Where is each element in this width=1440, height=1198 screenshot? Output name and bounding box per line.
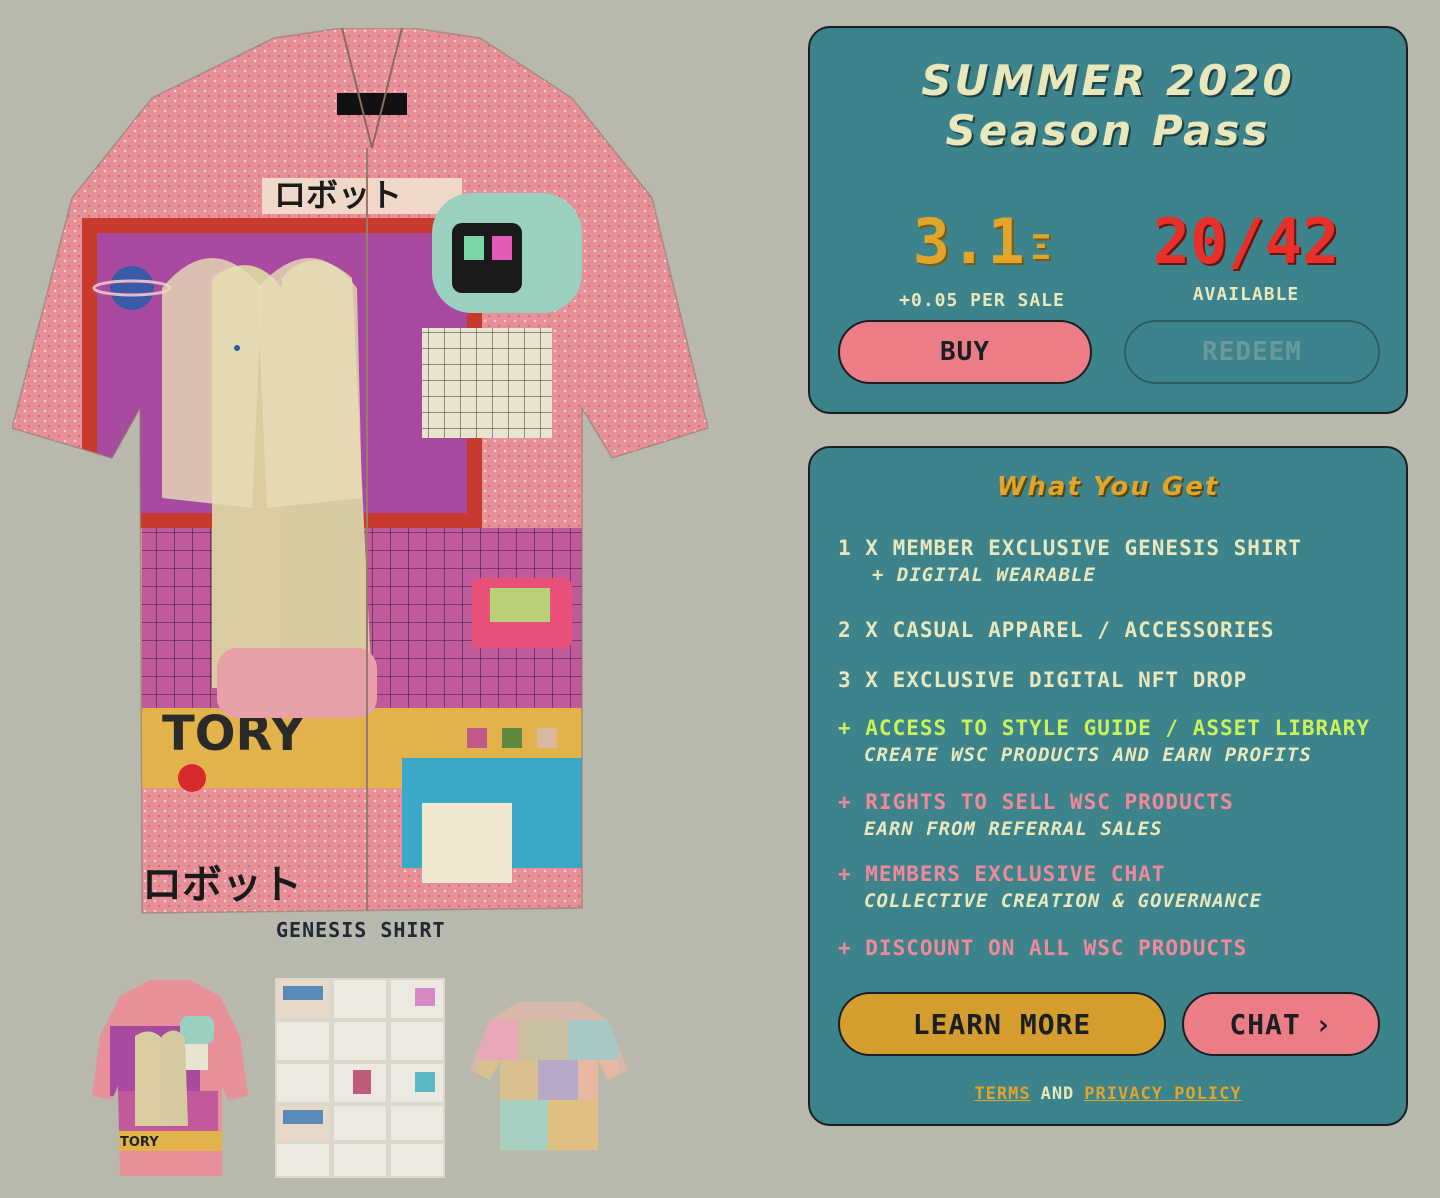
season-pass-title: SUMMER 2020 Season Pass [810,56,1406,156]
svg-text:ロボット: ロボット [274,176,402,214]
thumbnail-shirt-front[interactable]: TORY [90,976,250,1180]
thumbnail-style-guide[interactable] [275,978,445,1178]
benefit-main: 1 X MEMBER EXCLUSIVE GENESIS SHIRT [838,536,1302,560]
benefit-sub: + DIGITAL WEARABLE [872,564,1096,586]
what-you-get-title: What You Get [996,472,1220,502]
benefit-item-nft-drop: 3 X EXCLUSIVE DIGITAL NFT DROP [838,668,1398,692]
benefit-main: + RIGHTS TO SELL WSC PRODUCTS [838,790,1234,814]
benefit-main: 3 X EXCLUSIVE DIGITAL NFT DROP [838,668,1248,692]
buy-button[interactable]: BUY [838,320,1092,384]
genesis-shirt-image: TORY ロボット ロボット [12,28,709,914]
benefit-sub: EARN FROM REFERRAL SALES [864,818,1163,840]
learn-more-button[interactable]: LEARN MORE [838,992,1166,1056]
benefit-item-rights-to-sell: + RIGHTS TO SELL WSC PRODUCTS EARN FROM … [838,790,1398,840]
eth-icon: Ξ [1030,228,1052,268]
svg-text:ロボット: ロボット [142,862,302,908]
availability-count: 20/42 [1152,205,1340,278]
benefit-item-members-chat: + MEMBERS EXCLUSIVE CHAT COLLECTIVE CREA… [838,862,1398,912]
season-pass-title-line1: SUMMER 2020 [921,56,1295,105]
benefit-item-genesis-shirt: 1 X MEMBER EXCLUSIVE GENESIS SHIRT + DIG… [838,536,1398,586]
benefit-item-discount: + DISCOUNT ON ALL WSC PRODUCTS [838,936,1398,960]
product-gallery: TORY ロボット ロボット GENESIS SHIRT TORY [0,0,740,1198]
redeem-button[interactable]: REDEEM [1124,320,1380,384]
price-block: 3.1 Ξ +0.05 PER SALE [832,204,1132,311]
benefit-sub: COLLECTIVE CREATION & GOVERNANCE [864,890,1263,912]
chat-button-label: CHAT [1229,1007,1301,1041]
price-value: 3.1 [912,205,1025,278]
privacy-policy-link[interactable]: PRIVACY POLICY [1084,1084,1241,1104]
thumbnail-strip: TORY [0,970,740,1185]
season-pass-panel: SUMMER 2020 Season Pass 3.1 Ξ +0.05 PER S… [808,26,1408,414]
chat-button[interactable]: CHAT › [1182,992,1380,1056]
and-text: AND [1040,1084,1075,1104]
what-you-get-panel: What You Get 1 X MEMBER EXCLUSIVE GENESI… [808,446,1408,1126]
benefit-main: + ACCESS TO STYLE GUIDE / ASSET LIBRARY [838,716,1371,740]
availability-label: AVAILABLE [1192,284,1300,305]
availability-block: 20/42 AVAILABLE [1096,204,1396,305]
benefit-item-casual-apparel: 2 X CASUAL APPAREL / ACCESSORIES [838,618,1398,642]
legal-links: TERMS AND PRIVACY POLICY [810,1084,1406,1104]
benefit-sub: CREATE WSC PRODUCTS AND EARN PROFITS [864,744,1312,766]
price-display: 3.1 Ξ [832,204,1132,286]
terms-link[interactable]: TERMS [974,1084,1030,1104]
price-note: +0.05 PER SALE [899,290,1065,311]
thumbnail-digital-wearable[interactable] [468,1000,630,1155]
benefit-main: + MEMBERS EXCLUSIVE CHAT [838,862,1166,886]
product-caption: GENESIS SHIRT [276,918,446,942]
benefit-main: 2 X CASUAL APPAREL / ACCESSORIES [838,618,1275,642]
benefit-item-style-guide: + ACCESS TO STYLE GUIDE / ASSET LIBRARY … [838,716,1398,766]
svg-text:TORY: TORY [120,1135,159,1150]
chevron-right-icon: › [1314,1007,1333,1041]
season-pass-title-line2: Season Pass [945,106,1271,155]
benefit-main: + DISCOUNT ON ALL WSC PRODUCTS [838,936,1248,960]
